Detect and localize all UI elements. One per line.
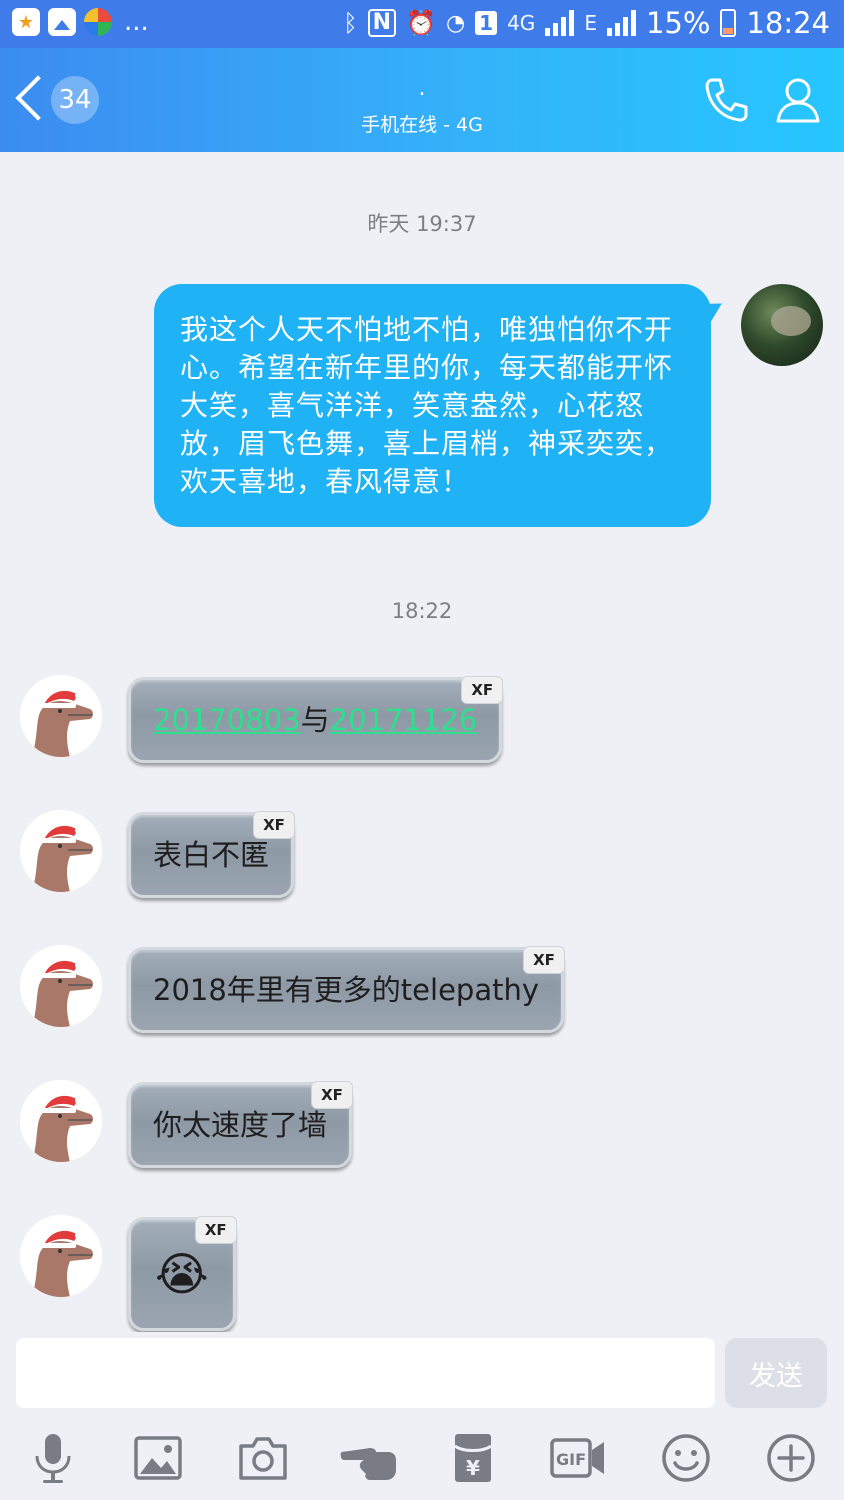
timestamp: 昨天 19:37 xyxy=(367,212,477,236)
dinosaur-santa-avatar-icon xyxy=(20,945,102,1027)
timestamp: 18:22 xyxy=(391,599,453,623)
more-notifications-text: ... xyxy=(124,7,149,37)
contact-profile-button[interactable] xyxy=(772,74,824,126)
contact-avatar[interactable] xyxy=(20,945,102,1027)
status-bar: ★ ... ᛒ N ⏰ ◔ 1 4G E 15% 18:24 xyxy=(0,0,844,48)
wifi-icon: ◔ xyxy=(445,10,466,36)
gallery-notification-icon xyxy=(48,8,76,36)
crying-face-emoji: 😭 xyxy=(155,1247,209,1301)
svg-text:¥: ¥ xyxy=(466,1456,480,1480)
poke-button[interactable] xyxy=(340,1430,396,1486)
voice-button[interactable] xyxy=(25,1430,81,1486)
dinosaur-santa-avatar-icon xyxy=(20,1080,102,1162)
bubble-xf-tag: XF xyxy=(253,811,296,839)
sent-message-bubble[interactable]: 我这个人天不怕地不怕，唯独怕你不开心。希望在新年里的你，每天都能开怀大笑，喜气洋… xyxy=(154,284,711,527)
message-text: 表白不匿 xyxy=(153,838,270,872)
network-4g-label: 4G xyxy=(507,11,536,35)
bubble-xf-tag: XF xyxy=(311,1081,354,1109)
sent-message-text: 我这个人天不怕地不怕，唯独怕你不开心。希望在新年里的你，每天都能开怀大笑，喜气洋… xyxy=(180,313,674,498)
image-icon xyxy=(134,1436,182,1480)
svg-text:GIF: GIF xyxy=(556,1450,586,1469)
poke-icon xyxy=(340,1448,396,1480)
received-message-bubble[interactable]: 表白不匿 XF xyxy=(128,811,296,898)
phone-call-button[interactable] xyxy=(700,74,752,126)
red-packet-button[interactable]: ¥ xyxy=(445,1430,501,1486)
dinosaur-santa-avatar-icon xyxy=(20,1215,102,1297)
phone-icon xyxy=(705,78,748,122)
nfc-icon: N xyxy=(367,9,397,37)
more-button[interactable] xyxy=(763,1430,819,1486)
composer: 发送 ¥ GIF xyxy=(0,1332,844,1500)
photo-button[interactable] xyxy=(130,1430,186,1486)
signal-icon-1 xyxy=(545,10,575,36)
camera-icon xyxy=(239,1437,287,1480)
send-button[interactable]: 发送 xyxy=(725,1338,827,1408)
bluetooth-icon: ᛒ xyxy=(343,9,358,37)
message-text: 与 xyxy=(300,703,330,737)
gif-icon: GIF xyxy=(550,1438,604,1478)
bubble-xf-tag: XF xyxy=(194,1216,237,1244)
message-text: 2018年里有更多的telepathy xyxy=(153,973,540,1007)
gif-button[interactable]: GIF xyxy=(550,1430,606,1486)
dinosaur-santa-avatar-icon xyxy=(20,675,102,757)
contact-avatar[interactable] xyxy=(20,675,102,757)
chat-header: 34 . 手机在线 - 4G xyxy=(0,48,844,152)
date-link-1[interactable]: 20170803 xyxy=(153,703,301,737)
battery-icon xyxy=(720,9,737,37)
contact-avatar[interactable] xyxy=(20,810,102,892)
clock: 18:24 xyxy=(746,6,830,40)
camera-button[interactable] xyxy=(235,1430,291,1486)
contact-avatar[interactable] xyxy=(20,1080,102,1162)
red-packet-icon: ¥ xyxy=(454,1434,492,1482)
received-message-bubble[interactable]: 你太速度了墙 XF xyxy=(128,1081,354,1168)
my-avatar[interactable] xyxy=(741,284,823,366)
emoji-icon xyxy=(662,1434,710,1482)
dinosaur-santa-avatar-icon xyxy=(20,810,102,892)
battery-percent: 15% xyxy=(645,6,711,40)
bubble-xf-tag: XF xyxy=(523,946,566,974)
network-e-label: E xyxy=(584,11,597,35)
emoji-button[interactable] xyxy=(658,1430,714,1486)
contact-avatar[interactable] xyxy=(20,1215,102,1297)
received-message-bubble[interactable]: 😭 XF xyxy=(128,1216,237,1331)
user-icon xyxy=(776,78,820,123)
received-message-bubble[interactable]: 20170803与20171126 XF xyxy=(128,676,504,763)
received-message-bubble[interactable]: 2018年里有更多的telepathy XF xyxy=(128,946,566,1033)
bubble-xf-tag: XF xyxy=(461,676,504,704)
sim-icon: 1 xyxy=(475,11,498,35)
plus-icon xyxy=(767,1434,815,1482)
message-input[interactable] xyxy=(16,1338,715,1408)
browser-notification-icon xyxy=(84,8,112,36)
alarm-icon: ⏰ xyxy=(406,9,436,37)
microphone-icon xyxy=(35,1434,71,1483)
message-text: 你太速度了墙 xyxy=(153,1108,328,1142)
date-link-2[interactable]: 20171126 xyxy=(330,703,478,737)
signal-icon-2 xyxy=(606,10,636,36)
star-notification-icon: ★ xyxy=(12,8,40,36)
